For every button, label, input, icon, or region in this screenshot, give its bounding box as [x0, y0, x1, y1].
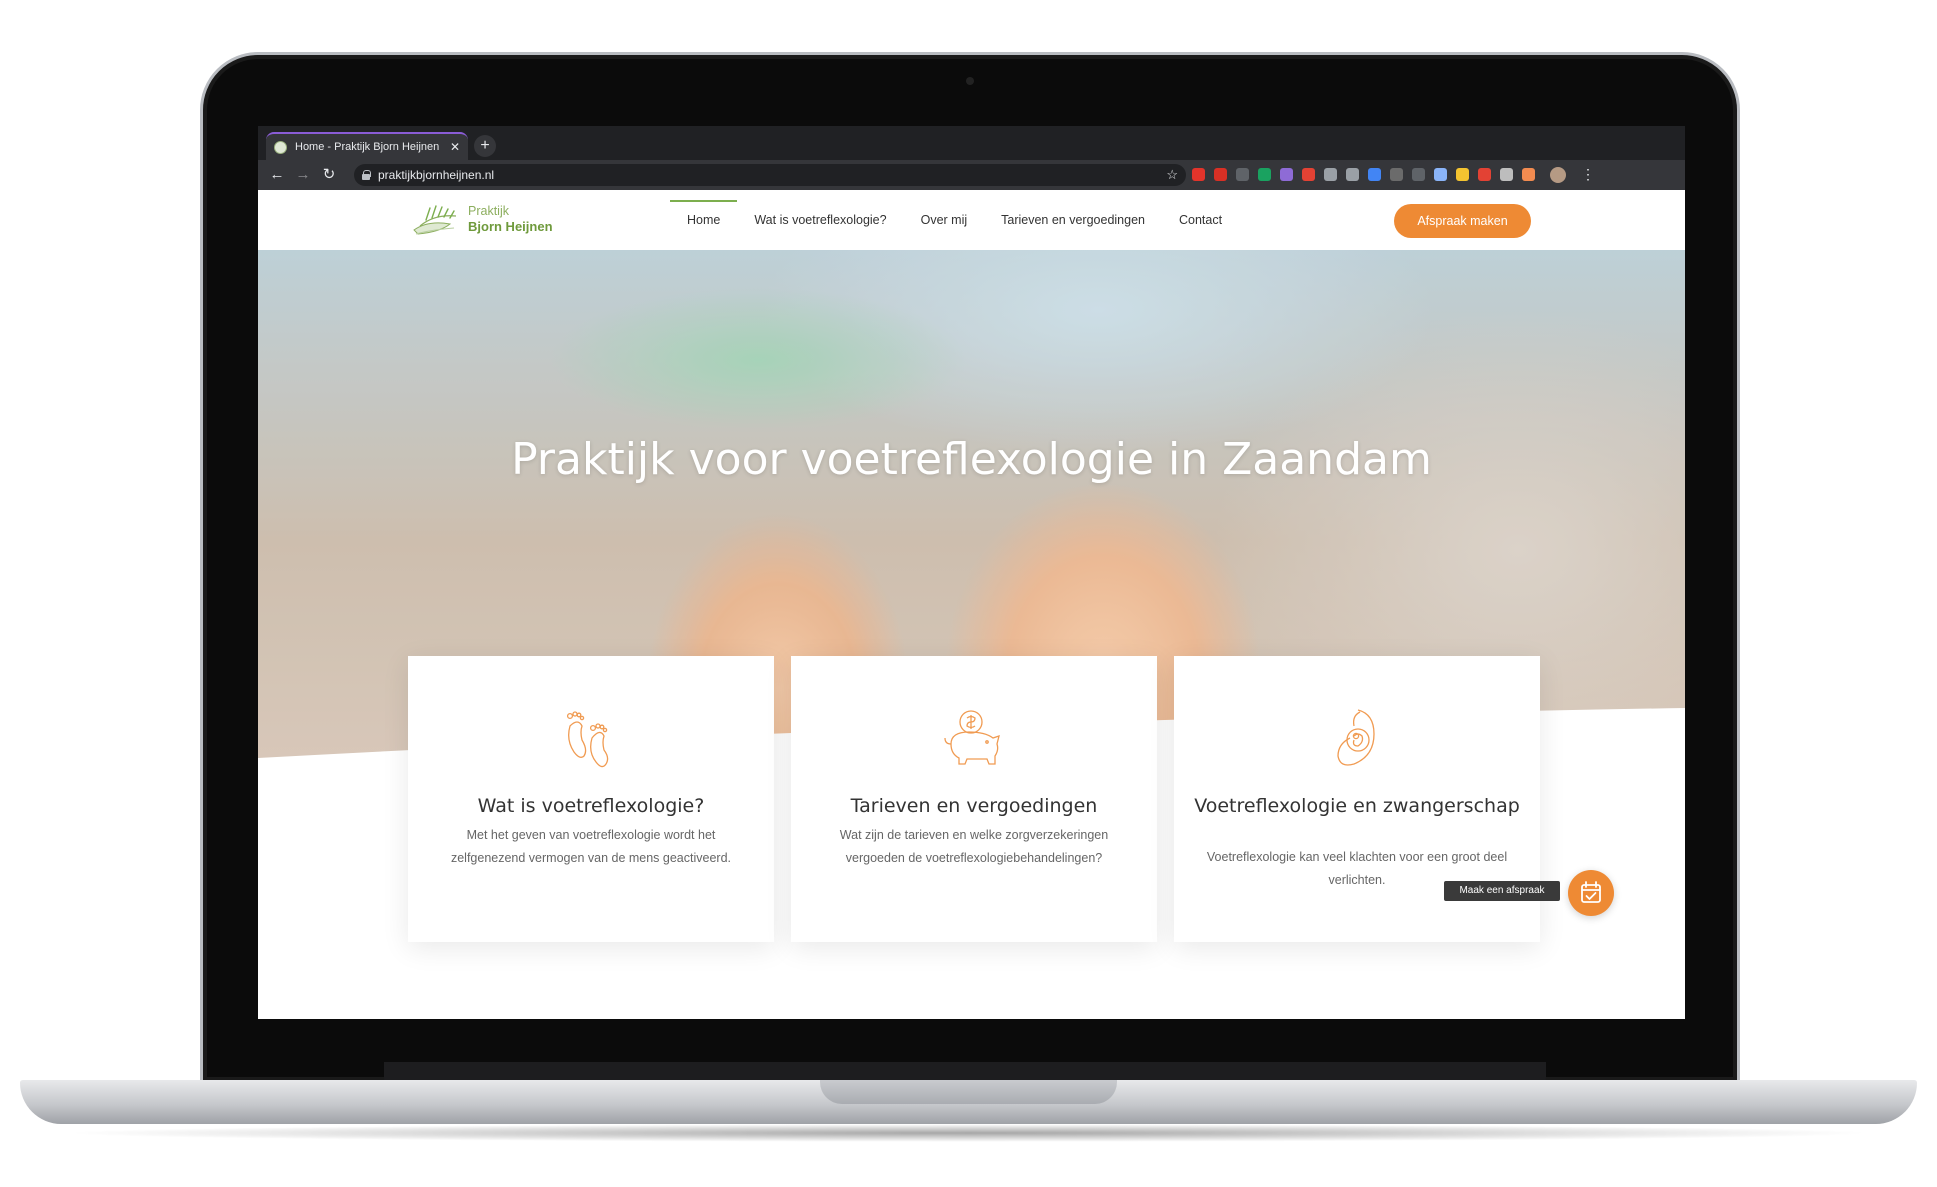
- floating-appointment-button[interactable]: [1568, 870, 1614, 916]
- camera: [966, 77, 974, 85]
- feet-logo-icon: [413, 205, 457, 235]
- bookmark-star-icon[interactable]: ☆: [1166, 167, 1178, 183]
- nav-over-mij[interactable]: Over mij: [904, 190, 985, 250]
- site-logo[interactable]: Praktijk Bjorn Heijnen: [410, 200, 553, 238]
- nav-home[interactable]: Home: [670, 190, 738, 250]
- laptop-shadow: [60, 1124, 1877, 1142]
- calendar-check-icon: [1581, 881, 1601, 903]
- url-text[interactable]: praktijkbjornheijnen.nl: [378, 168, 1158, 182]
- afspraak-maken-button[interactable]: Afspraak maken: [1394, 204, 1531, 238]
- site-header: Praktijk Bjorn Heijnen Home Wat is voetr…: [258, 190, 1685, 250]
- card-title: Voetreflexologie en zwangerschap: [1194, 795, 1520, 817]
- tab-title: Home - Praktijk Bjorn Heijnen: [295, 141, 440, 153]
- card-title: Wat is voetreflexologie?: [477, 795, 705, 817]
- new-tab-button[interactable]: +: [474, 135, 496, 157]
- feet-icon: [566, 711, 609, 768]
- laptop-notch: [820, 1080, 1117, 1104]
- pregnancy-icon: [1337, 709, 1375, 766]
- extension-icon[interactable]: [1368, 168, 1381, 181]
- extension-icon[interactable]: [1324, 168, 1337, 181]
- extension-icon[interactable]: [1236, 168, 1249, 181]
- main-nav: Home Wat is voetreflexologie? Over mij T…: [670, 190, 1239, 250]
- reload-icon[interactable]: ↻: [316, 162, 342, 188]
- logo-line1: Praktijk: [468, 204, 509, 218]
- lock-icon: [362, 170, 371, 180]
- back-icon[interactable]: ←: [264, 162, 290, 188]
- extension-icon[interactable]: [1522, 168, 1535, 181]
- extension-icon[interactable]: [1214, 168, 1227, 181]
- extension-icon[interactable]: [1258, 168, 1271, 181]
- favicon-icon: [274, 140, 287, 154]
- extension-icon[interactable]: [1390, 168, 1403, 181]
- extension-icon[interactable]: [1192, 168, 1205, 181]
- extension-icon[interactable]: [1346, 168, 1359, 181]
- address-bar[interactable]: praktijkbjornheijnen.nl ☆: [354, 164, 1186, 186]
- card-text: Wat zijn de tarieven en welke zorgverzek…: [839, 828, 1109, 865]
- maak-afspraak-tooltip: Maak een afspraak: [1444, 881, 1560, 901]
- card-tarieven[interactable]: Tarieven en vergoedingen Wat zijn de tar…: [791, 656, 1157, 942]
- browser-toolbar: ← → ↻ praktijkbjornheijnen.nl ☆ ⋮: [258, 160, 1685, 190]
- extension-icon[interactable]: [1500, 168, 1513, 181]
- extension-icon[interactable]: [1456, 168, 1469, 181]
- forward-icon[interactable]: →: [290, 162, 316, 188]
- browser-menu-icon[interactable]: ⋮: [1581, 166, 1595, 183]
- browser-tab-strip: Home - Praktijk Bjorn Heijnen ✕ +: [258, 126, 1685, 160]
- profile-avatar[interactable]: [1550, 166, 1566, 183]
- card-title: Tarieven en vergoedingen: [850, 795, 1098, 817]
- piggy-bank-icon: [944, 710, 1000, 765]
- extension-icon[interactable]: [1302, 168, 1315, 181]
- browser-tab[interactable]: Home - Praktijk Bjorn Heijnen ✕: [266, 132, 468, 160]
- extension-icon[interactable]: [1478, 168, 1491, 181]
- close-icon[interactable]: ✕: [450, 140, 460, 154]
- nav-wat-is-voetreflexologie[interactable]: Wat is voetreflexologie?: [737, 190, 903, 250]
- nav-tarieven[interactable]: Tarieven en vergoedingen: [984, 190, 1162, 250]
- extension-icon[interactable]: [1280, 168, 1293, 181]
- card-voetreflexologie[interactable]: Wat is voetreflexologie? Met het geven v…: [408, 656, 774, 942]
- extension-icon[interactable]: [1434, 168, 1447, 181]
- extension-icons: ⋮: [1192, 166, 1595, 183]
- extension-icon[interactable]: [1412, 168, 1425, 181]
- card-text: Met het geven van voetreflexologie wordt…: [450, 828, 732, 865]
- nav-contact[interactable]: Contact: [1162, 190, 1239, 250]
- laptop-screen: Home - Praktijk Bjorn Heijnen ✕ + ← → ↻ …: [258, 126, 1685, 1019]
- logo-line2: Bjorn Heijnen: [468, 219, 553, 234]
